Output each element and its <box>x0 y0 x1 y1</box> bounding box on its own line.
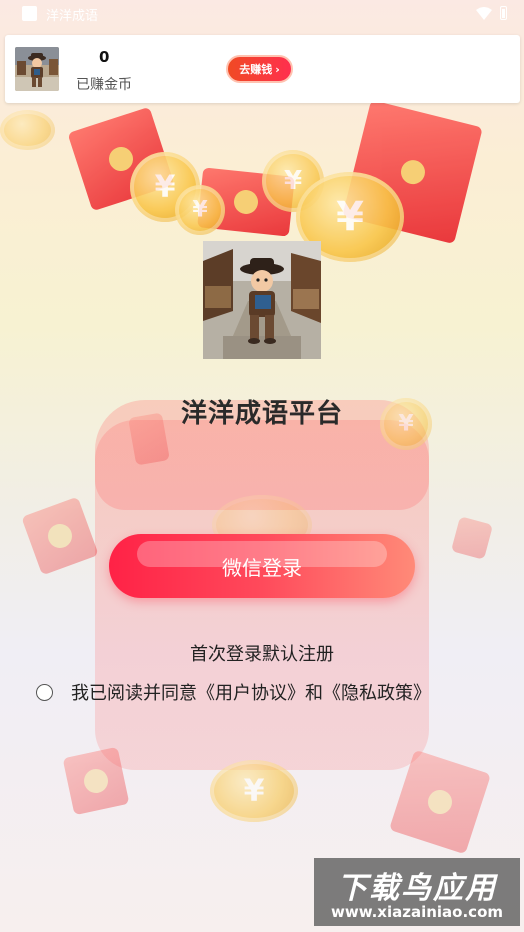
watermark-title: 下载鸟应用 <box>337 871 497 906</box>
agreement-row: 我已阅读并同意《用户协议》和《隐私政策》 <box>36 678 431 706</box>
coin-decoration <box>0 110 55 150</box>
wifi-icon <box>476 7 492 20</box>
user-avatar[interactable] <box>15 47 59 91</box>
chevron-right-icon: › <box>275 62 280 76</box>
coin-decoration: ¥ <box>175 185 225 235</box>
wechat-login-button[interactable]: 微信登录 <box>109 534 415 598</box>
app-notification-icon <box>22 6 37 21</box>
earnings-card: 0 已赚金币 去赚钱 › <box>5 35 520 103</box>
coin-decoration: ¥ <box>210 760 298 822</box>
battery-icon <box>500 6 507 20</box>
watermark-url: www.xiazainiao.com <box>330 903 504 921</box>
earned-coins-label: 已赚金币 <box>76 77 132 93</box>
status-app-title: 洋洋成语 <box>46 9 99 24</box>
register-hint: 首次登录默认注册 <box>190 644 334 665</box>
app-logo <box>203 241 321 359</box>
go-earn-label: 去赚钱 <box>239 63 273 76</box>
red-envelope-decoration <box>21 496 99 576</box>
watermark-logo: 下载鸟应用 www.xiazainiao.com <box>314 858 520 926</box>
login-screen: ¥ ¥ ¥ ¥ ¥ ¥ 洋洋成语 0 已赚金币 去赚钱 › 洋洋成语平台 微信登… <box>0 0 524 932</box>
red-envelope-decoration <box>62 746 130 816</box>
go-earn-button[interactable]: 去赚钱 › <box>226 55 293 83</box>
agreement-checkbox[interactable] <box>36 683 53 701</box>
wechat-login-label: 微信登录 <box>222 555 302 580</box>
app-name-title: 洋洋成语平台 <box>180 399 343 429</box>
earned-coins-value: 0 <box>99 48 110 66</box>
status-bar: 洋洋成语 <box>0 0 524 28</box>
agreement-text[interactable]: 我已阅读并同意《用户协议》和《隐私政策》 <box>71 679 431 705</box>
red-envelope-decoration <box>450 516 494 560</box>
